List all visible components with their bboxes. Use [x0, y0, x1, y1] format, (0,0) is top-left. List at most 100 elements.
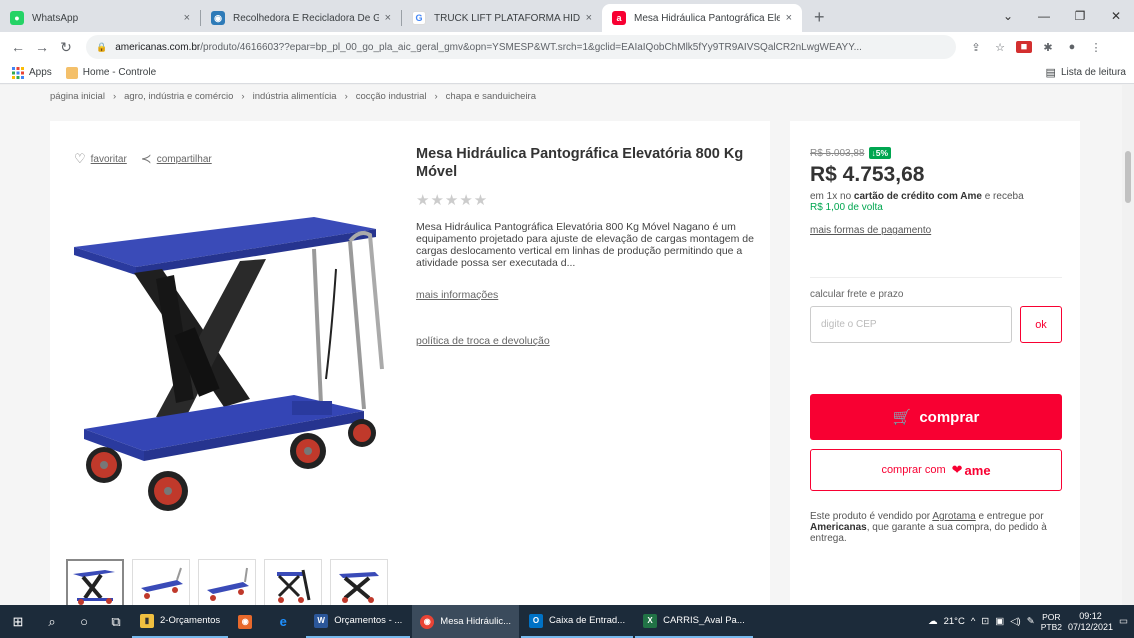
cep-input[interactable]: digite o CEP — [810, 306, 1012, 343]
breadcrumb-item[interactable]: chapa e sanduicheira — [446, 91, 536, 102]
seller-prefix: Este produto é vendido por — [810, 511, 931, 522]
url-host: americanas.com.br — [115, 41, 201, 53]
meet-icon[interactable]: ▣ — [995, 616, 1004, 627]
notifications-icon[interactable]: ▭ — [1119, 616, 1128, 627]
weather-temp[interactable]: 21°C — [944, 616, 965, 627]
heart-icon[interactable]: ♡ — [74, 151, 86, 167]
taskbar-app-label: CARRIS_Aval Pa... — [663, 615, 745, 626]
tab-whatsapp[interactable]: ● WhatsApp × — [0, 4, 200, 32]
return-policy-link[interactable]: política de troca e devolução — [416, 335, 756, 347]
pen-icon[interactable]: ✎ — [1027, 616, 1035, 627]
language-indicator[interactable]: POR PTB2 — [1041, 612, 1062, 632]
close-window-button[interactable]: ✕ — [1098, 9, 1134, 23]
americanas-icon: a — [612, 11, 626, 25]
tab-title: WhatsApp — [32, 12, 79, 24]
google-icon: G — [412, 11, 426, 25]
volume-icon[interactable]: ◁) — [1010, 616, 1020, 627]
new-tab-button[interactable]: + — [814, 7, 825, 28]
taskbar-app-chrome[interactable]: ◉ Mesa Hidráulic... — [412, 605, 520, 638]
reload-button[interactable]: ↻ — [54, 39, 78, 56]
windows-start-icon[interactable]: ⊞ — [0, 614, 36, 630]
tab-title: TRUCK LIFT PLATAFORMA HIDR/ — [434, 12, 580, 24]
browser-toolbar: ← → ↻ 🔒 americanas.com.br/produto/461660… — [0, 32, 1134, 62]
thumbnail-3[interactable] — [198, 559, 256, 605]
thumbnail-strip — [66, 559, 388, 605]
breadcrumb-item[interactable]: página inicial — [50, 91, 105, 102]
language-code: POR — [1042, 611, 1061, 622]
ame-heart-icon: ❤ — [951, 462, 963, 477]
close-icon[interactable]: × — [586, 12, 592, 24]
bookmark-star-icon[interactable]: ☆ — [988, 41, 1012, 54]
scrollbar-thumb[interactable] — [1125, 151, 1131, 203]
thumbnail-5[interactable] — [330, 559, 388, 605]
breadcrumb-item[interactable]: indústria alimentícia — [253, 91, 337, 102]
menu-icon[interactable]: ⋮ — [1084, 41, 1108, 54]
forward-button[interactable]: → — [30, 39, 54, 55]
close-icon[interactable]: × — [385, 12, 391, 24]
reading-list-icon: ▤ — [1045, 67, 1056, 79]
taskbar-app-word[interactable]: W Orçamentos - ... — [306, 605, 411, 638]
maximize-button[interactable]: ❐ — [1062, 9, 1098, 23]
taskbar-app-orcamentos-folder[interactable]: ▮ 2-Orçamentos — [132, 605, 229, 638]
current-price: R$ 4.753,68 — [810, 163, 925, 186]
product-title: Mesa Hidráulica Pantográfica Elevatória … — [416, 146, 744, 180]
buy-button[interactable]: 🛒 comprar — [810, 394, 1062, 440]
rating-stars[interactable]: ★★★★★ — [416, 191, 756, 209]
weather-icon[interactable]: ☁ — [928, 616, 938, 627]
address-bar[interactable]: 🔒 americanas.com.br/produto/4616603??epa… — [86, 35, 956, 59]
keyboard-layout: PTB2 — [1040, 621, 1062, 632]
bookmark-site-icon — [65, 66, 78, 79]
clock[interactable]: 09:12 07/12/2021 — [1068, 611, 1113, 633]
reading-list-button[interactable]: ▤ Lista de leitura — [1046, 66, 1126, 79]
taskbar-app-firefox[interactable]: ◉ — [230, 605, 266, 638]
close-icon[interactable]: × — [184, 12, 190, 24]
more-info-link[interactable]: mais informações — [416, 289, 756, 301]
buy-button-label: comprar — [919, 408, 980, 426]
extensions-icon[interactable]: ✱ — [1036, 41, 1060, 54]
network-icon[interactable]: ⊡ — [981, 616, 989, 627]
thumbnail-1[interactable] — [66, 559, 124, 605]
taskbar-app-outlook[interactable]: O Caixa de Entrad... — [521, 605, 634, 638]
tab-truck-lift[interactable]: G TRUCK LIFT PLATAFORMA HIDR/ × — [402, 4, 602, 32]
installment-suffix: e receba — [984, 191, 1024, 202]
profile-icon[interactable]: ● — [1060, 41, 1084, 53]
pdf-extension-icon[interactable]: ■ — [1016, 41, 1032, 53]
tab-title: Recolhedora E Recicladora De Ga — [233, 12, 379, 24]
chevron-up-icon[interactable]: ^ — [971, 616, 975, 627]
taskbar-app-edge[interactable]: e — [268, 605, 304, 638]
thumbnail-2[interactable] — [132, 559, 190, 605]
excel-icon: X — [643, 613, 658, 628]
taskbar-app-label: Mesa Hidráulic... — [440, 616, 512, 627]
seller-link[interactable]: Agrotama — [932, 511, 975, 522]
lock-icon[interactable]: 🔒 — [96, 42, 107, 53]
favorite-link[interactable]: favoritar — [91, 154, 127, 165]
taskbar-app-excel[interactable]: X CARRIS_Aval Pa... — [635, 605, 753, 638]
cashback-text: R$ 1,00 de volta — [810, 202, 883, 213]
tab-title: Mesa Hidráulica Pantográfica Ele — [634, 12, 780, 24]
cortana-icon[interactable]: ○ — [68, 614, 100, 629]
share-page-icon[interactable]: ⇪ — [964, 41, 988, 54]
product-main-image[interactable] — [64, 189, 394, 529]
buy-box: R$ 5.003,88 ↓5% R$ 4.753,68 em 1x no car… — [790, 121, 1080, 605]
buy-with-ame-button[interactable]: comprar com ❤ ame — [810, 449, 1062, 491]
page-scrollbar[interactable] — [1122, 85, 1134, 605]
thumbnail-4[interactable] — [264, 559, 322, 605]
search-icon[interactable]: ⌕ — [36, 614, 68, 630]
share-link[interactable]: compartilhar — [157, 154, 212, 165]
close-icon[interactable]: × — [786, 12, 792, 24]
cep-ok-button[interactable]: ok — [1020, 306, 1062, 343]
share-icon[interactable]: ≺ — [141, 151, 152, 167]
task-view-icon[interactable]: ⧉ — [100, 614, 132, 630]
tab-recolhedora[interactable]: ◉ Recolhedora E Recicladora De Ga × — [201, 4, 401, 32]
back-button[interactable]: ← — [6, 39, 30, 55]
seller-mid: e entregue por — [978, 511, 1044, 522]
breadcrumb-item[interactable]: agro, indústria e comércio — [124, 91, 233, 102]
bookmark-home-controle[interactable]: Home - Controle — [65, 66, 156, 79]
breadcrumb-item[interactable]: cocção industrial — [356, 91, 427, 102]
more-payment-link[interactable]: mais formas de pagamento — [810, 225, 931, 236]
bookmark-apps[interactable]: Apps — [12, 66, 52, 79]
minimize-button[interactable]: — — [1026, 9, 1062, 23]
product-description: Mesa Hidráulica Pantográfica Elevatória … — [416, 221, 754, 269]
tab-mesa-hidraulica[interactable]: a Mesa Hidráulica Pantográfica Ele × — [602, 4, 802, 32]
chevron-down-icon[interactable]: ⌄ — [990, 9, 1026, 23]
